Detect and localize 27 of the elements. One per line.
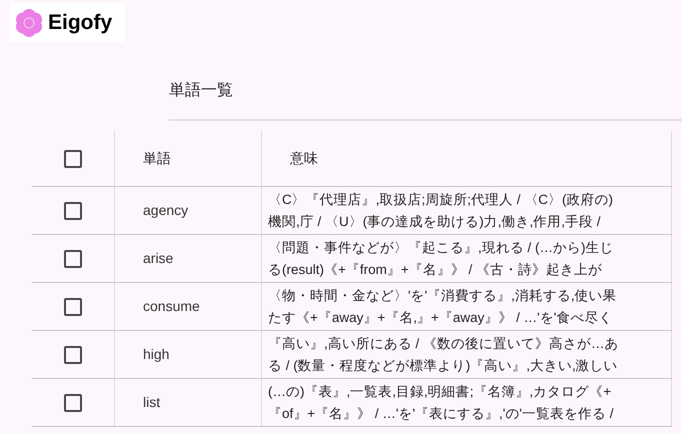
checkbox[interactable] [64,394,82,412]
checkbox[interactable] [64,250,82,268]
word-cell-text: high [143,345,170,364]
meaning-line: たす《+『away』+『名,』+『away』》 / …'を'食べ尽く [268,308,614,327]
word-cell-text: consume [143,297,200,316]
meaning-line: 機関,庁 / 〈U〉(事の達成を助ける)力,働き,作用,手段 / [268,212,602,231]
flower-icon [14,8,44,38]
meaning-line: 『高い』,高い所にある / 《数の後に置いて》高さが…あ [268,334,620,352]
meaning-line: 〈物・時間・金など〉'を'『消費する』,消耗する,使い果 [268,286,618,304]
meaning-line: (…の)『表』,一覧表,目録,明細書;『名簿』,カタログ《+ [268,382,612,401]
meaning-line: 『of』+『名』》 / …'を'『表にする』,'の'一覧表を作る / [268,404,614,422]
word-cell-text: arise [143,249,174,268]
checkbox[interactable] [64,150,82,168]
meaning-line: る / (数量・程度などが標準より)『高い』,大きい,激しい [268,356,619,375]
meaning-line: る(result)《+『from』+『名』》 / 《古・詩》起き上が [268,260,604,279]
column-header: 単語 [143,149,171,168]
column-header: 意味 [290,149,318,168]
page-title: 単語一覧 [169,82,233,99]
checkbox[interactable] [64,298,82,316]
checkbox[interactable] [64,346,82,364]
logo-text: Eigofy [48,10,112,36]
meaning-line: 〈問題・事件などが〉『起こる』,現れる / (…から)生じ [268,238,614,257]
word-cell-text: list [143,393,160,412]
meaning-line: 〈C〉『代理店』,取扱店;周旋所;代理人 / 〈C〉(政府の) [268,190,614,209]
logo[interactable]: Eigofy [10,3,125,42]
word-cell-text: agency [143,201,188,220]
checkbox[interactable] [64,202,82,220]
